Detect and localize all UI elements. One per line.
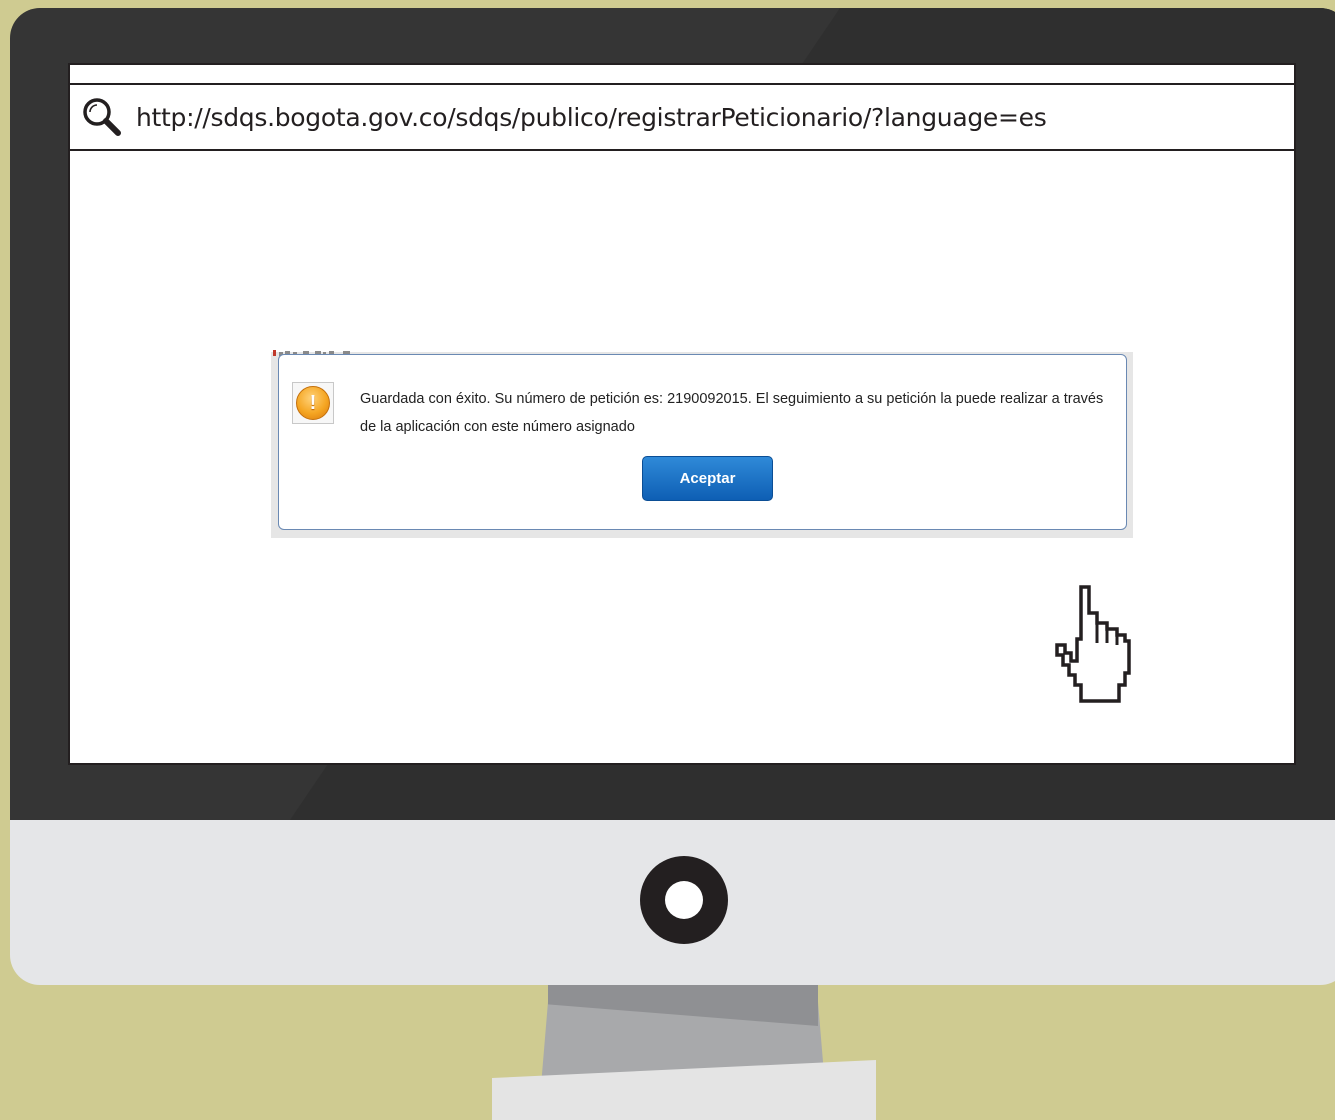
address-bar[interactable]: http://sdqs.bogota.gov.co/sdqs/publico/r… (70, 83, 1294, 151)
success-dialog: ! Guardada con éxito. Su número de petic… (278, 354, 1127, 530)
search-icon (80, 95, 124, 139)
browser-screen: http://sdqs.bogota.gov.co/sdqs/publico/r… (68, 63, 1296, 765)
dialog-message: Guardada con éxito. Su número de petició… (360, 391, 1104, 435)
power-button-icon (640, 856, 728, 944)
url-text[interactable]: http://sdqs.bogota.gov.co/sdqs/publico/r… (136, 103, 1047, 132)
exclamation-icon: ! (296, 386, 330, 420)
accept-button[interactable]: Aceptar (642, 456, 773, 501)
warning-icon: ! (292, 382, 334, 424)
hand-pointer-icon (1055, 585, 1131, 703)
